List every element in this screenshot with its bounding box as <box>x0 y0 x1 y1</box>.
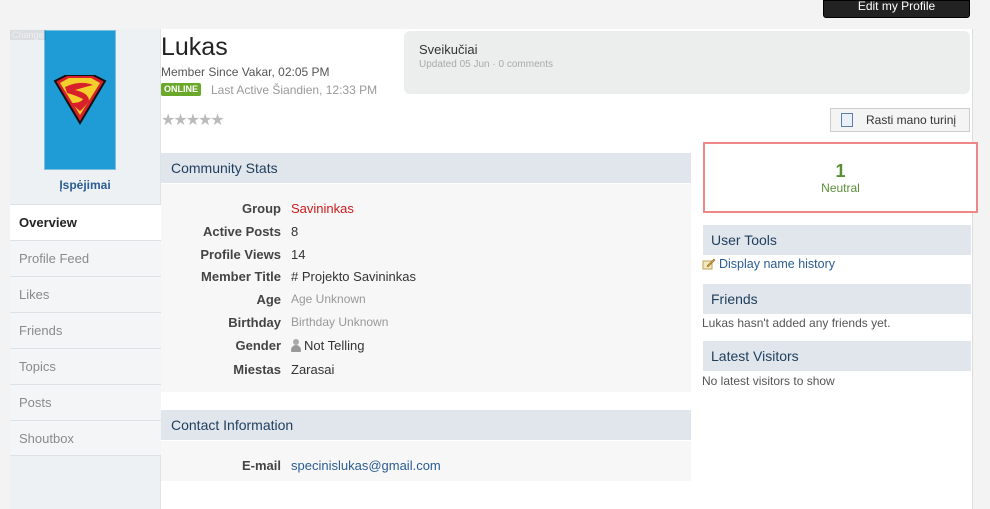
status-updated: Updated 05 Jun <box>419 59 490 70</box>
warnings-link[interactable]: Įspėjimai <box>10 178 160 192</box>
display-name-history-link[interactable]: Display name history <box>719 257 835 271</box>
stat-label: Birthday <box>228 315 281 330</box>
profile-name: Lukas <box>161 33 228 61</box>
stat-label: Active Posts <box>202 224 281 239</box>
superman-logo-icon <box>53 75 107 125</box>
stat-label: Miestas <box>233 362 281 377</box>
stat-row-birthday: Birthday Birthday Unknown <box>0 315 700 335</box>
stat-row-gender: Gender Not Telling <box>0 338 700 358</box>
stat-value: 8 <box>291 224 299 239</box>
user-tools-header: User Tools <box>703 225 971 255</box>
reputation-value: 1 <box>835 161 846 181</box>
email-link[interactable]: specinislukas@gmail.com <box>291 458 441 473</box>
stat-value: Savininkas <box>291 201 354 216</box>
member-since: Member Since Vakar, 02:05 PM <box>161 65 330 79</box>
stat-value-gender: Not Telling <box>291 338 364 353</box>
friends-header: Friends <box>703 284 971 314</box>
edit-profile-button[interactable]: Edit my Profile <box>823 0 970 18</box>
contact-info-header: Contact Information <box>161 410 691 440</box>
star-icon[interactable]: ★ <box>210 112 224 129</box>
gender-value: Not Telling <box>304 338 365 353</box>
display-name-history-row[interactable]: Display name history <box>702 257 835 271</box>
last-active: Last Active Šiandien, 12:33 PM <box>211 83 378 97</box>
star-icon[interactable]: ★ <box>198 112 212 129</box>
avatar[interactable] <box>44 30 116 170</box>
nav-item-posts[interactable]: Posts <box>10 384 161 420</box>
find-my-content-label: Rasti mano turinį <box>866 113 957 127</box>
latest-visitors-header: Latest Visitors <box>703 341 971 371</box>
stat-value: Age Unknown <box>291 292 366 306</box>
document-icon <box>841 113 853 127</box>
stat-row-member-title: Member Title # Projekto Savininkas <box>0 269 700 289</box>
reputation-label: Neutral <box>821 181 860 195</box>
status-comments-link[interactable]: 0 comments <box>499 59 553 70</box>
stat-label: Age <box>256 292 281 307</box>
change-avatar-link[interactable]: Change <box>10 30 46 40</box>
status-meta: Updated 05 Jun · 0 comments <box>419 59 553 70</box>
stat-label: Profile Views <box>200 247 281 262</box>
community-stats-header: Community Stats <box>161 153 691 183</box>
star-icon[interactable]: ★ <box>161 112 175 129</box>
nav-item-shoutbox[interactable]: Shoutbox <box>10 420 161 456</box>
stat-value: Zarasai <box>291 362 335 377</box>
person-icon <box>291 339 301 352</box>
contact-row-email: E-mail specinislukas@gmail.com <box>0 458 700 478</box>
find-my-content-button[interactable]: Rasti mano turinį <box>830 108 970 132</box>
stat-value: 14 <box>291 247 306 262</box>
stat-row-profile-views: Profile Views 14 <box>0 247 700 267</box>
online-badge: ONLINE <box>161 83 202 96</box>
stat-row-group: Group Savininkas <box>0 201 700 221</box>
latest-visitors-empty-text: No latest visitors to show <box>702 374 835 388</box>
status-separator: · <box>492 59 496 70</box>
pencil-icon <box>702 258 716 270</box>
stat-label: Member Title <box>201 269 281 284</box>
stat-label: Gender <box>235 338 281 353</box>
stat-row-city: Miestas Zarasai <box>0 362 700 382</box>
status-text: Sveikučiai <box>419 42 478 57</box>
friends-empty-text: Lukas hasn't added any friends yet. <box>702 316 891 330</box>
reputation-box: 1 Neutral <box>703 142 978 213</box>
stat-row-age: Age Age Unknown <box>0 292 700 312</box>
star-icon[interactable]: ★ <box>186 112 200 129</box>
stat-row-active-posts: Active Posts 8 <box>0 224 700 244</box>
rating-stars[interactable]: ★★★★★ <box>161 110 225 130</box>
stat-value: # Projekto Savininkas <box>291 269 417 284</box>
stat-label: Group <box>242 201 281 216</box>
star-icon[interactable]: ★ <box>173 112 187 129</box>
stat-value: Birthday Unknown <box>291 315 389 329</box>
email-label: E-mail <box>241 458 281 473</box>
